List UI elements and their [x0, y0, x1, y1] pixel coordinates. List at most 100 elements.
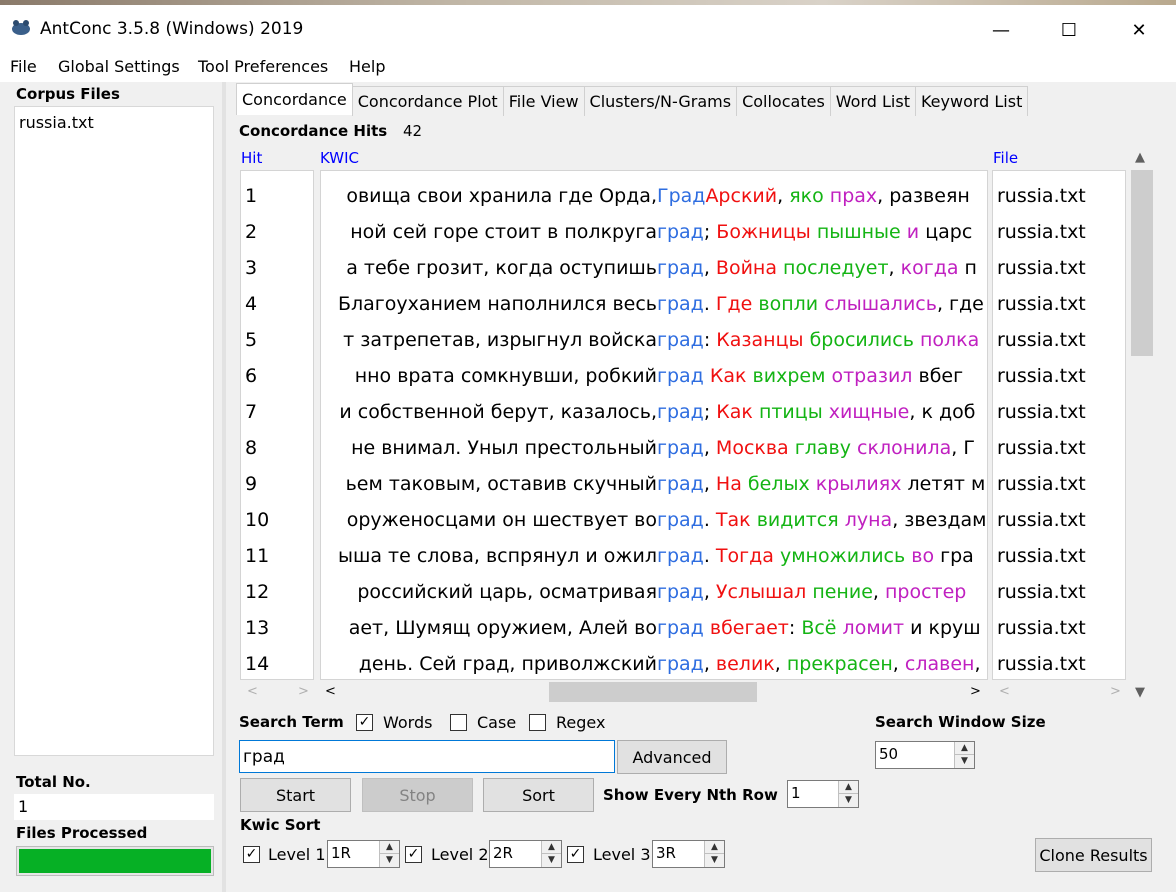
hit-scroll-left-icon[interactable]: <	[247, 684, 258, 699]
corpus-file-item[interactable]: russia.txt	[19, 113, 94, 132]
kwic-row[interactable]: т затрепетав, изрыгнул войска град: Казан…	[321, 327, 987, 363]
hit-number[interactable]: 5	[245, 327, 257, 363]
kwic-row[interactable]: ыша те слова, вспрянул и ожил град. Тогда…	[321, 543, 987, 579]
regex-checkbox[interactable]	[529, 714, 546, 731]
kwic-keyword[interactable]: град	[657, 617, 704, 639]
tab-file-view[interactable]: File View	[502, 86, 585, 116]
kwic-column[interactable]: овища свои хранила где Орда, ГрадАрский, …	[320, 170, 988, 680]
hit-number[interactable]: 9	[245, 471, 257, 507]
kwic-keyword[interactable]: град	[657, 365, 704, 387]
tab-clusters-n-grams[interactable]: Clusters/N-Grams	[583, 86, 738, 116]
tab-keyword-list[interactable]: Keyword List	[914, 86, 1029, 116]
kwic-row[interactable]: и собственной берут, казалось, град; Как …	[321, 399, 987, 435]
menu-file[interactable]: File	[10, 57, 37, 76]
file-scroll-right-icon[interactable]: >	[1110, 684, 1121, 699]
menu-global-settings[interactable]: Global Settings	[58, 57, 180, 76]
tab-concordance[interactable]: Concordance	[236, 83, 353, 115]
spin-down-icon[interactable]: ▼	[705, 854, 724, 867]
hit-scroll-right-icon[interactable]: >	[298, 684, 309, 699]
kwic-keyword[interactable]: Град	[657, 185, 705, 207]
kwic-keyword[interactable]: град	[657, 545, 704, 567]
hit-number[interactable]: 1	[245, 183, 257, 219]
file-scroll-left-icon[interactable]: <	[999, 684, 1010, 699]
close-button[interactable]: ✕	[1116, 10, 1162, 50]
hit-number[interactable]: 11	[245, 543, 269, 579]
file-name[interactable]: russia.txt	[997, 651, 1086, 679]
spin-down-icon[interactable]: ▼	[839, 794, 858, 807]
hit-number[interactable]: 10	[245, 507, 269, 543]
level3-spinner[interactable]: 3R ▲ ▼	[652, 840, 725, 868]
kwic-keyword[interactable]: град	[657, 221, 704, 243]
file-name[interactable]: russia.txt	[997, 219, 1086, 255]
scroll-up-icon[interactable]: ▲	[1135, 150, 1145, 165]
file-name[interactable]: russia.txt	[997, 507, 1086, 543]
hit-number[interactable]: 3	[245, 255, 257, 291]
kwic-column-header[interactable]: KWIC	[320, 149, 359, 167]
tab-concordance-plot[interactable]: Concordance Plot	[351, 86, 504, 116]
file-name[interactable]: russia.txt	[997, 615, 1086, 651]
level2-spinner[interactable]: 2R ▲ ▼	[489, 840, 562, 868]
kwic-keyword[interactable]: град	[657, 401, 704, 423]
hit-number[interactable]: 7	[245, 399, 257, 435]
kwic-row[interactable]: овища свои хранила где Орда, ГрадАрский, …	[321, 183, 987, 219]
search-window-size-spinner[interactable]: 50 ▲ ▼	[875, 741, 975, 769]
stop-button[interactable]: Stop	[362, 778, 473, 812]
menu-help[interactable]: Help	[349, 57, 385, 76]
file-name[interactable]: russia.txt	[997, 471, 1086, 507]
kwic-scroll-right-icon[interactable]: >	[970, 684, 981, 699]
file-column[interactable]: russia.txt russia.txt russia.txt russia.txt…	[992, 170, 1126, 680]
level1-checkbox[interactable]: ✓	[243, 846, 260, 863]
advanced-button[interactable]: Advanced	[617, 740, 727, 774]
kwic-row[interactable]: ьем таковым, оставив скучный град, На бел…	[321, 471, 987, 507]
search-term-input[interactable]: град	[239, 740, 615, 773]
kwic-scroll-left-icon[interactable]: <	[325, 684, 336, 699]
file-column-header[interactable]: File	[993, 149, 1018, 167]
hit-number[interactable]: 8	[245, 435, 257, 471]
kwic-row[interactable]: не внимал. Уныл престольный град, Москва …	[321, 435, 987, 471]
kwic-row[interactable]: ной сей горе стоит в полкруга град; Божни…	[321, 219, 987, 255]
file-name[interactable]: russia.txt	[997, 183, 1086, 219]
kwic-keyword[interactable]: град	[657, 509, 704, 531]
spin-up-icon[interactable]: ▲	[839, 781, 858, 794]
clone-results-button[interactable]: Clone Results	[1035, 838, 1152, 872]
kwic-keyword[interactable]: град	[657, 257, 704, 279]
spin-up-icon[interactable]: ▲	[380, 841, 399, 854]
maximize-button[interactable]: ☐	[1046, 10, 1092, 50]
spin-down-icon[interactable]: ▼	[542, 854, 561, 867]
hit-number[interactable]: 2	[245, 219, 257, 255]
hit-number[interactable]: 6	[245, 363, 257, 399]
kwic-row[interactable]: день. Сей град, приволжский град, велик, …	[321, 651, 987, 679]
spin-up-icon[interactable]: ▲	[542, 841, 561, 854]
level2-checkbox[interactable]: ✓	[405, 846, 422, 863]
spin-up-icon[interactable]: ▲	[705, 841, 724, 854]
case-checkbox[interactable]	[450, 714, 467, 731]
hit-number[interactable]: 4	[245, 291, 257, 327]
file-name[interactable]: russia.txt	[997, 399, 1086, 435]
file-name[interactable]: russia.txt	[997, 291, 1086, 327]
level1-spinner[interactable]: 1R ▲ ▼	[327, 840, 400, 868]
vertical-scroll-thumb[interactable]	[1131, 170, 1153, 356]
kwic-keyword[interactable]: град	[657, 653, 704, 675]
file-name[interactable]: russia.txt	[997, 255, 1086, 291]
hit-number[interactable]: 13	[245, 615, 269, 651]
kwic-row[interactable]: Благоуханием наполнился весь град. Где во…	[321, 291, 987, 327]
tab-collocates[interactable]: Collocates	[736, 86, 831, 116]
file-name[interactable]: russia.txt	[997, 543, 1086, 579]
tab-word-list[interactable]: Word List	[829, 86, 916, 116]
kwic-row[interactable]: нно врата сомкнувши, робкий град Как вихр…	[321, 363, 987, 399]
level3-checkbox[interactable]: ✓	[567, 846, 584, 863]
kwic-horizontal-scroll-thumb[interactable]	[549, 682, 757, 702]
kwic-keyword[interactable]: град	[657, 329, 704, 351]
sort-button[interactable]: Sort	[483, 778, 594, 812]
spin-up-icon[interactable]: ▲	[955, 742, 974, 755]
words-checkbox[interactable]: ✓	[356, 714, 373, 731]
spin-down-icon[interactable]: ▼	[955, 755, 974, 768]
kwic-row[interactable]: а тебе грозит, когда оступишь град, Война…	[321, 255, 987, 291]
scroll-down-icon[interactable]: ▼	[1135, 685, 1145, 700]
hit-column-header[interactable]: Hit	[241, 149, 262, 167]
spin-down-icon[interactable]: ▼	[380, 854, 399, 867]
minimize-button[interactable]: —	[978, 10, 1024, 50]
corpus-files-list[interactable]: russia.txt	[14, 106, 214, 756]
panel-splitter[interactable]	[222, 82, 226, 892]
kwic-keyword[interactable]: град	[657, 293, 704, 315]
